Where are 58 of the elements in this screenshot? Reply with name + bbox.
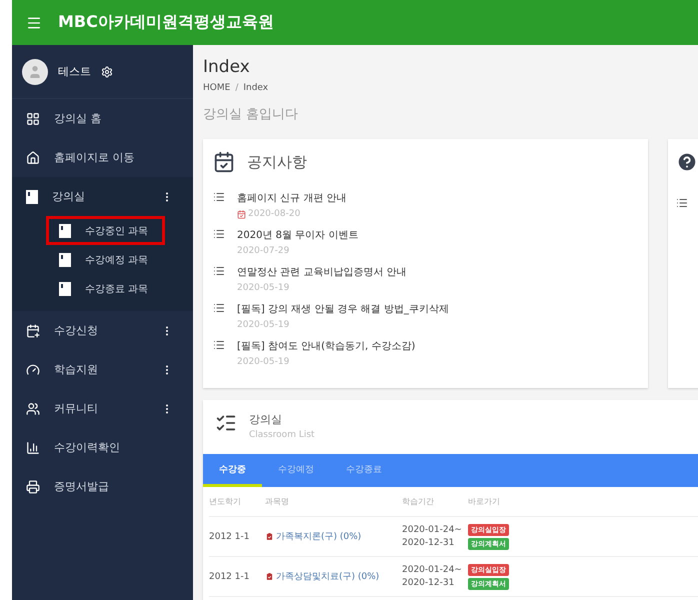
breadcrumb-item: Index [243, 83, 268, 93]
column-header: 바로가기 [468, 487, 698, 517]
submenu-item[interactable]: 수강예정 과목 [46, 245, 165, 274]
site-title: MBC아카데미원격평생교육원 [58, 12, 274, 33]
column-header: 년도학기 [209, 487, 265, 517]
page-subtitle: 강의실 홈입니다 [203, 106, 300, 123]
table-cell: 2012 1-1 [209, 517, 265, 557]
card-subtitle: Classroom List [249, 430, 315, 440]
notice-title[interactable]: 연말정산 관련 교육비납입증명서 안내 [237, 265, 407, 279]
calendar-check-icon [213, 151, 235, 173]
calendar-check-icon [237, 210, 246, 218]
sidebar-item[interactable]: 강의실 [12, 177, 193, 216]
bar-chart-icon [26, 440, 40, 454]
clipboard-icon [265, 572, 274, 581]
notice-date: 2020-05-19 [237, 283, 290, 293]
home-icon [26, 150, 40, 164]
grid-icon [26, 112, 40, 126]
sidebar-item[interactable]: 학습지원 [12, 350, 193, 389]
sidebar-item[interactable]: 홈페이지로 이동 [12, 138, 193, 177]
user-name: 테스트 [58, 64, 91, 79]
column-header: 학습기간 [402, 487, 468, 517]
submenu-item[interactable]: 수강종료 과목 [46, 274, 165, 303]
notice-date: 2020-07-29 [237, 246, 290, 256]
course-link[interactable]: 가족상담및치료(구) (0%) [265, 570, 380, 583]
calendar-icon [26, 324, 40, 338]
table-cell: 2012 1-1 [209, 557, 265, 597]
settings-icon[interactable] [101, 66, 113, 78]
book-icon [26, 190, 38, 204]
avatar [22, 58, 48, 84]
book-icon [59, 224, 71, 238]
gauge-icon [26, 362, 40, 376]
printer-icon [26, 480, 40, 494]
notice-title[interactable]: 홈페이지 신규 개편 안내 [237, 191, 347, 205]
page-title: Index [203, 57, 251, 77]
users-icon [26, 402, 40, 416]
submenu-item[interactable]: 수강중인 과목 [46, 216, 165, 245]
sidebar-item[interactable]: 강의실 홈 [12, 99, 193, 138]
notice-title[interactable]: [필독] 참여도 안내(학습동기, 수강소감) [237, 339, 416, 353]
sidebar-item[interactable]: 수강이력확인 [12, 428, 193, 467]
notice-title[interactable]: [필독] 강의 재생 안될 경우 해결 방법_쿠키삭제 [237, 302, 449, 316]
card-title: 강의실 [249, 412, 283, 427]
column-header: 과목명 [265, 487, 402, 517]
notice-title[interactable]: 2020년 8월 무이자 이벤트 [237, 228, 358, 242]
menu-icon[interactable] [26, 14, 42, 30]
book-icon [59, 282, 71, 296]
breadcrumb-separator: / [235, 83, 238, 93]
notice-date: 2020-05-19 [237, 320, 290, 330]
notice-date: 2020-08-20 [237, 209, 347, 219]
notice-date: 2020-05-19 [237, 357, 290, 367]
sidebar-item[interactable]: 증명서발급 [12, 467, 193, 506]
sidebar-item[interactable]: 수강신청 [12, 311, 193, 350]
tab[interactable]: 수강중 [203, 454, 262, 487]
card-title: 공지사항 [247, 152, 307, 172]
breadcrumb-item[interactable]: HOME [203, 83, 230, 93]
sidebar-item[interactable]: 커뮤니티 [12, 389, 193, 428]
course-link[interactable]: 가족복지론(구) (0%) [265, 530, 362, 543]
clipboard-icon [265, 532, 274, 541]
book-icon [59, 252, 71, 266]
